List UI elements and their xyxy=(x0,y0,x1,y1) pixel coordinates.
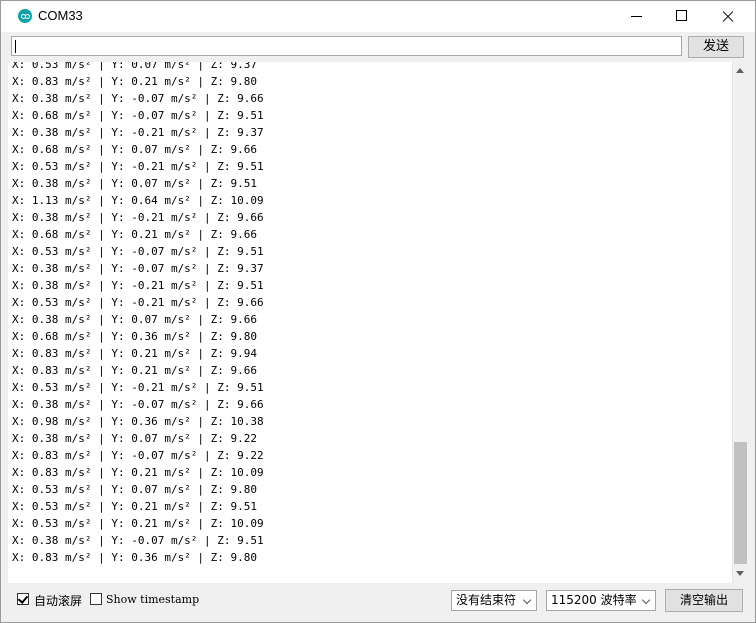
minimize-button[interactable] xyxy=(613,1,659,32)
output-line: X: 0.38 m/s² | Y: -0.07 m/s² | Z: 9.37 xyxy=(12,262,264,275)
output-line: X: 0.68 m/s² | Y: -0.07 m/s² | Z: 9.51 xyxy=(12,109,264,122)
output-line: X: 0.83 m/s² | Y: 0.21 m/s² | Z: 9.80 xyxy=(12,75,258,88)
output-line: X: 0.98 m/s² | Y: 0.36 m/s² | Z: 10.38 xyxy=(12,415,264,428)
output-line: X: 0.68 m/s² | Y: 0.21 m/s² | Z: 9.66 xyxy=(12,228,258,241)
scroll-up-arrow-icon[interactable] xyxy=(736,68,744,73)
baud-rate-select[interactable]: 115200 波特率 xyxy=(546,590,656,611)
maximize-button[interactable] xyxy=(659,1,705,32)
output-lines: X: 0.53 m/s² | Y: 0.07 m/s² | Z: 9.37 X: … xyxy=(12,62,264,566)
scroll-down-arrow-icon[interactable] xyxy=(736,571,744,576)
chevron-down-icon xyxy=(641,595,651,605)
clear-output-button[interactable]: 清空输出 xyxy=(665,589,743,612)
output-line: X: 0.53 m/s² | Y: 0.07 m/s² | Z: 9.80 xyxy=(12,483,258,496)
output-line: X: 0.38 m/s² | Y: -0.07 m/s² | Z: 9.51 xyxy=(12,534,264,547)
send-input[interactable] xyxy=(11,36,682,56)
checkmark-icon xyxy=(17,593,29,604)
output-line: X: 0.38 m/s² | Y: -0.21 m/s² | Z: 9.66 xyxy=(12,211,264,224)
output-line: X: 0.83 m/s² | Y: 0.21 m/s² | Z: 9.66 xyxy=(12,364,258,377)
output-line: X: 1.13 m/s² | Y: 0.64 m/s² | Z: 10.09 xyxy=(12,194,264,207)
output-line: X: 0.53 m/s² | Y: 0.07 m/s² | Z: 9.37 xyxy=(12,62,258,71)
output-line: X: 0.38 m/s² | Y: -0.21 m/s² | Z: 9.37 xyxy=(12,126,264,139)
autoscroll-checkbox[interactable] xyxy=(17,593,29,605)
autoscroll-label[interactable]: 自动滚屏 xyxy=(34,592,82,609)
send-row: 发送 xyxy=(1,32,755,62)
show-timestamp-checkbox[interactable] xyxy=(90,593,102,605)
output-line: X: 0.53 m/s² | Y: -0.21 m/s² | Z: 9.66 xyxy=(12,296,264,309)
output-line: X: 0.38 m/s² | Y: -0.07 m/s² | Z: 9.66 xyxy=(12,398,264,411)
serial-output[interactable]: X: 0.53 m/s² | Y: 0.07 m/s² | Z: 9.37 X: … xyxy=(8,62,732,583)
output-line: X: 0.38 m/s² | Y: 0.07 m/s² | Z: 9.51 xyxy=(12,177,258,190)
vertical-scrollbar[interactable] xyxy=(732,62,748,583)
output-line: X: 0.68 m/s² | Y: 0.36 m/s² | Z: 9.80 xyxy=(12,330,258,343)
arduino-logo-icon xyxy=(18,9,32,23)
output-line: X: 0.53 m/s² | Y: 0.21 m/s² | Z: 10.09 xyxy=(12,517,264,530)
output-line: X: 0.83 m/s² | Y: 0.21 m/s² | Z: 10.09 xyxy=(12,466,264,479)
chevron-down-icon xyxy=(522,595,532,605)
output-line: X: 0.53 m/s² | Y: 0.21 m/s² | Z: 9.51 xyxy=(12,500,258,513)
footer-bar: 自动滚屏 Show timestamp 没有结束符 115200 波特率 清空输… xyxy=(1,585,755,622)
output-line: X: 0.38 m/s² | Y: -0.07 m/s² | Z: 9.66 xyxy=(12,92,264,105)
window-title: COM33 xyxy=(38,8,83,23)
scrollbar-thumb[interactable] xyxy=(734,442,747,564)
output-line: X: 0.83 m/s² | Y: 0.21 m/s² | Z: 9.94 xyxy=(12,347,258,360)
baud-rate-value: 115200 波特率 xyxy=(551,593,637,607)
send-button[interactable]: 发送 xyxy=(688,36,744,58)
line-ending-select[interactable]: 没有结束符 xyxy=(451,590,537,611)
output-line: X: 0.53 m/s² | Y: -0.21 m/s² | Z: 9.51 xyxy=(12,381,264,394)
text-caret xyxy=(15,40,16,53)
show-timestamp-label[interactable]: Show timestamp xyxy=(106,593,199,606)
output-line: X: 0.53 m/s² | Y: -0.21 m/s² | Z: 9.51 xyxy=(12,160,264,173)
title-bar: COM33 xyxy=(1,1,755,32)
output-line: X: 0.53 m/s² | Y: -0.07 m/s² | Z: 9.51 xyxy=(12,245,264,258)
output-line: X: 0.38 m/s² | Y: 0.07 m/s² | Z: 9.22 xyxy=(12,432,258,445)
line-ending-value: 没有结束符 xyxy=(456,593,517,607)
serial-monitor-window: COM33 发送 X: 0.53 m/s² | Y: 0.07 m/s² | Z… xyxy=(0,0,756,623)
output-line: X: 0.83 m/s² | Y: -0.07 m/s² | Z: 9.22 xyxy=(12,449,264,462)
output-line: X: 0.38 m/s² | Y: -0.21 m/s² | Z: 9.51 xyxy=(12,279,264,292)
close-button[interactable] xyxy=(705,1,751,32)
output-line: X: 0.83 m/s² | Y: 0.36 m/s² | Z: 9.80 xyxy=(12,551,258,564)
output-line: X: 0.38 m/s² | Y: 0.07 m/s² | Z: 9.66 xyxy=(12,313,258,326)
output-line: X: 0.68 m/s² | Y: 0.07 m/s² | Z: 9.66 xyxy=(12,143,258,156)
